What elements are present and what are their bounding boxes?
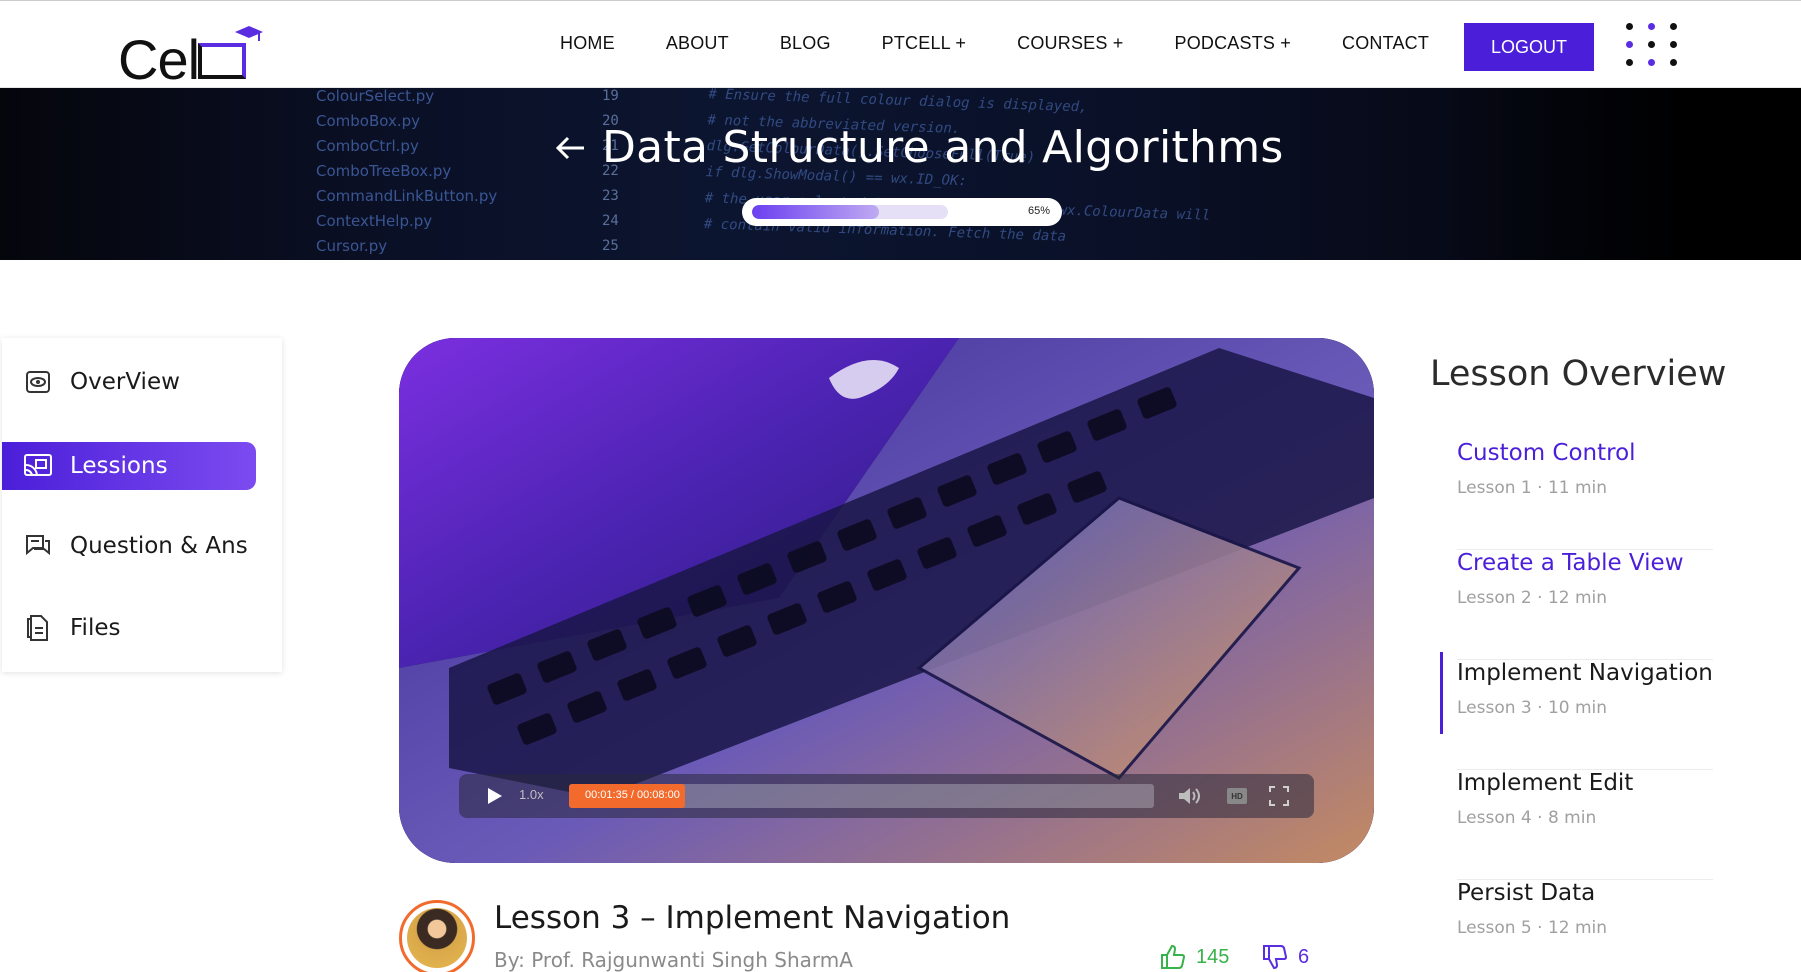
instructor-photo — [407, 908, 467, 968]
code-line-number: 24 — [602, 213, 619, 229]
site-logo[interactable]: Cel — [118, 23, 268, 91]
sidebar-item-files[interactable]: Files — [2, 604, 256, 652]
code-file-name: ComboTreeBox.py — [316, 162, 452, 180]
video-seek-bar[interactable]: 00:01:35 / 00:08:00 — [569, 784, 1154, 808]
lesson-list-item[interactable]: Implement Edit Lesson 4 · 8 min — [1457, 770, 1713, 880]
lesson-item-title: Implement Navigation — [1457, 660, 1713, 686]
like-button[interactable]: 145 — [1160, 944, 1229, 970]
code-line-number: 23 — [602, 188, 619, 204]
lesson-item-title: Create a Table View — [1457, 550, 1684, 576]
lesson-list-item[interactable]: Persist Data Lesson 5 · 12 min — [1457, 880, 1713, 972]
video-time: 00:01:35 / 00:08:00 — [585, 789, 680, 801]
thumbs-down-icon — [1263, 945, 1288, 970]
nav-contact[interactable]: CONTACT — [1342, 33, 1429, 54]
lesson-list-item[interactable]: Create a Table View Lesson 2 · 12 min — [1457, 550, 1713, 660]
play-icon[interactable] — [485, 787, 503, 805]
logo-text: Cel — [118, 28, 200, 91]
course-hero-banner: ColourSelect.py ComboBox.py ComboCtrl.py… — [0, 88, 1801, 260]
nav-blog[interactable]: BLOG — [780, 33, 831, 54]
code-line-number: 25 — [602, 238, 619, 254]
lesson-author: By: Prof. Rajgunwanti Singh SharmA — [494, 948, 853, 972]
code-file-name: ComboBox.py — [316, 112, 421, 130]
hero-title-row: Data Structure and Algorithms — [552, 122, 1284, 173]
lesson-item-meta: Lesson 4 · 8 min — [1457, 808, 1597, 828]
dislike-count: 6 — [1298, 945, 1310, 968]
dislike-button[interactable]: 6 — [1262, 944, 1309, 970]
hero-vignette — [1441, 88, 1801, 260]
playback-speed[interactable]: 1.0x — [519, 787, 544, 802]
sidebar-item-overview[interactable]: OverView — [2, 358, 256, 406]
lesson-item-title: Custom Control — [1457, 440, 1636, 466]
lesson-item-meta: Lesson 3 · 10 min — [1457, 698, 1608, 718]
graduation-cap-icon — [235, 26, 263, 41]
code-file-list: ColourSelect.py ComboBox.py ComboCtrl.py… — [316, 88, 497, 259]
fullscreen-icon[interactable] — [1269, 786, 1289, 806]
lesson-item-title: Persist Data — [1457, 880, 1596, 906]
code-file-name: Cursor.py — [316, 237, 388, 255]
lesson-overview-title: Lesson Overview — [1430, 354, 1727, 394]
course-progress-label: 65% — [1027, 205, 1050, 217]
nav-ptcell[interactable]: PTCELL + — [882, 33, 966, 54]
sidebar-item-lessions[interactable]: Lessions — [2, 442, 256, 490]
eye-icon — [24, 368, 52, 396]
logo-screen-mark — [198, 43, 246, 79]
code-line-number: 26 — [602, 259, 619, 260]
course-title: Data Structure and Algorithms — [602, 122, 1284, 173]
instructor-avatar — [399, 900, 475, 972]
nav-home[interactable]: HOME — [560, 33, 615, 54]
like-count: 145 — [1196, 945, 1230, 968]
hd-toggle[interactable]: HD — [1227, 788, 1247, 804]
back-arrow-icon[interactable] — [552, 130, 588, 166]
current-lesson-indicator — [1440, 652, 1443, 734]
nav-courses[interactable]: COURSES + — [1017, 33, 1123, 54]
video-controls: 1.0x 00:01:35 / 00:08:00 HD — [459, 774, 1314, 818]
sidebar-item-label: Lessions — [70, 453, 168, 479]
sidebar-item-label: Question & Ans — [70, 533, 248, 559]
lesson-list-item[interactable]: Custom Control Lesson 1 · 11 min — [1457, 440, 1713, 550]
course-progress: 65% — [742, 198, 1062, 226]
lesson-list-item-current[interactable]: Implement Navigation Lesson 3 · 10 min — [1457, 660, 1713, 770]
code-line-numbers: 19 20 21 22 23 24 25 26 — [602, 88, 619, 260]
sidebar-item-question-ans[interactable]: Question & Ans — [2, 522, 256, 570]
nav-links: HOME ABOUT BLOG PTCELL + COURSES + PODCA… — [560, 33, 1480, 54]
video-player[interactable]: 1.0x 00:01:35 / 00:08:00 HD — [399, 338, 1374, 863]
course-progress-track — [752, 205, 948, 219]
code-line-number: 19 — [602, 88, 619, 104]
volume-icon[interactable] — [1177, 786, 1203, 806]
code-file-name: CommandLinkButton.py — [316, 187, 498, 205]
lesson-item-meta: Lesson 5 · 12 min — [1457, 918, 1608, 938]
top-navbar: Cel HOME ABOUT BLOG PTCELL + COURSES + P… — [0, 0, 1801, 91]
sidebar-item-label: OverView — [70, 369, 180, 395]
file-icon — [24, 614, 52, 642]
lesson-item-meta: Lesson 1 · 11 min — [1457, 478, 1608, 498]
logout-button[interactable]: LOGOUT — [1464, 23, 1594, 71]
code-file-name: ContextHelp.py — [316, 212, 433, 230]
course-sidebar: OverView Lessions Question & Ans Files — [2, 338, 282, 672]
code-file-name: ColourSelect.py — [316, 88, 435, 105]
lesson-item-meta: Lesson 2 · 12 min — [1457, 588, 1608, 608]
cast-icon — [24, 452, 52, 480]
apps-grid-icon[interactable] — [1626, 23, 1677, 71]
thumbs-up-icon — [1161, 944, 1186, 969]
chat-icon — [24, 532, 52, 560]
sidebar-item-label: Files — [70, 615, 121, 641]
course-progress-fill — [752, 205, 880, 219]
lesson-item-title: Implement Edit — [1457, 770, 1634, 796]
lesson-title: Lesson 3 – Implement Navigation — [494, 900, 1011, 936]
code-file-name: ComboCtrl.py — [316, 137, 419, 155]
nav-podcasts[interactable]: PODCASTS + — [1174, 33, 1291, 54]
nav-about[interactable]: ABOUT — [666, 33, 729, 54]
